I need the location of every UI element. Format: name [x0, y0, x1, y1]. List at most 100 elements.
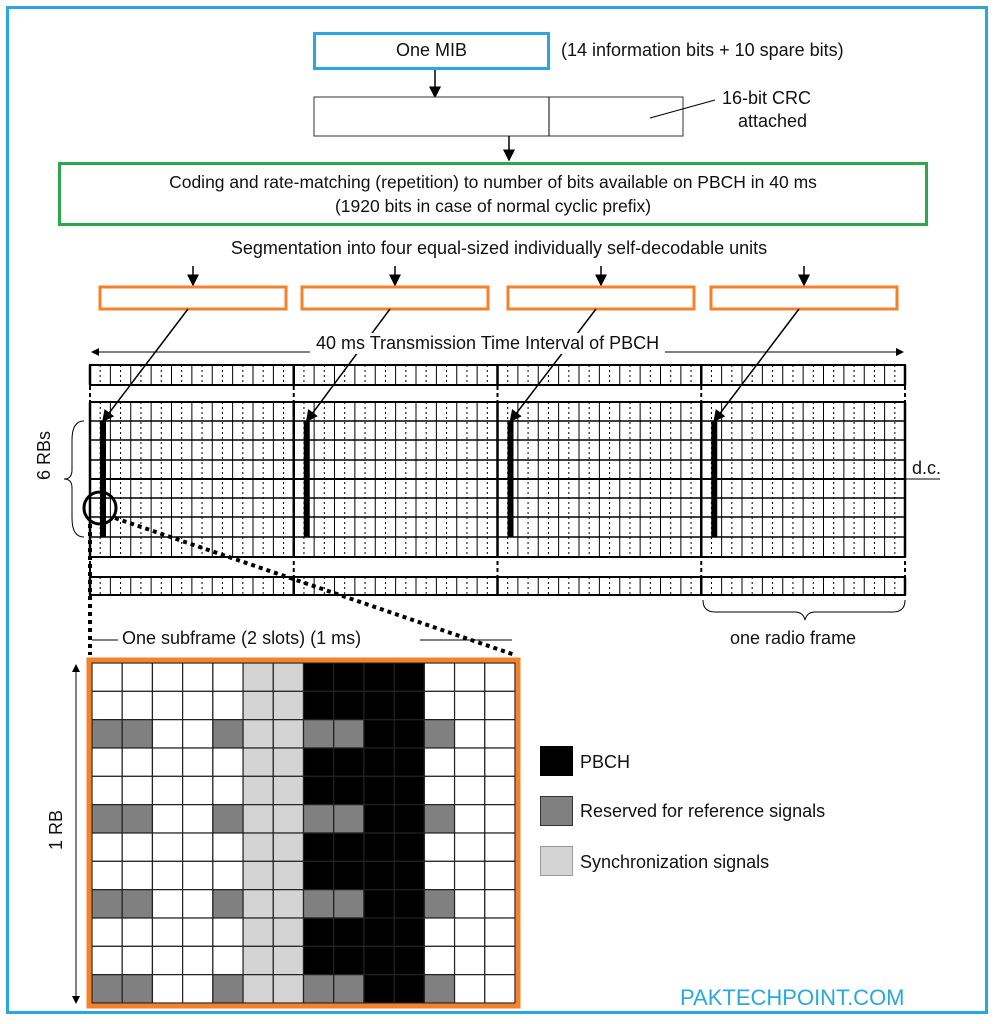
re-pbch — [393, 719, 425, 749]
re-pbch — [333, 860, 365, 891]
re-pbch — [393, 945, 425, 976]
re-empty — [212, 832, 244, 862]
re-empty — [212, 690, 244, 721]
re-pbch — [393, 804, 425, 834]
re-sync — [242, 690, 274, 721]
re-sync — [272, 747, 305, 777]
re-reference — [423, 804, 456, 834]
re-pbch — [393, 917, 425, 947]
re-reference — [333, 889, 365, 919]
re-empty — [182, 832, 214, 862]
crc-label-2: attached — [738, 111, 808, 131]
re-empty — [423, 945, 456, 976]
legend-swatch-reference — [540, 796, 573, 826]
re-pbch — [333, 690, 365, 721]
re-empty — [151, 662, 184, 692]
re-empty — [121, 747, 154, 777]
re-empty — [182, 775, 214, 806]
re-pbch — [363, 860, 395, 891]
re-empty — [423, 747, 456, 777]
re-empty — [91, 747, 123, 777]
re-pbch — [333, 775, 365, 806]
re-sync — [242, 719, 274, 749]
re-empty — [91, 945, 123, 976]
re-pbch — [333, 662, 365, 692]
re-pbch — [333, 832, 365, 862]
re-empty — [91, 690, 123, 721]
re-reference — [121, 974, 154, 1004]
re-empty — [91, 917, 123, 947]
re-reference — [91, 719, 123, 749]
re-sync — [272, 889, 305, 919]
re-empty — [423, 662, 456, 692]
re-pbch — [393, 662, 425, 692]
re-reference — [91, 804, 123, 834]
re-empty — [453, 889, 486, 919]
re-sync — [242, 804, 274, 834]
re-sync — [272, 860, 305, 891]
re-sync — [272, 662, 305, 692]
re-empty — [484, 690, 516, 721]
re-empty — [453, 860, 486, 891]
re-pbch — [363, 719, 395, 749]
rbs-label: 6 RBs — [34, 430, 54, 480]
radio-frame-brace — [702, 599, 906, 621]
re-pbch — [363, 804, 395, 834]
re-empty — [151, 860, 184, 891]
rb-label: 1 RB — [46, 809, 66, 850]
re-empty — [121, 662, 154, 692]
re-sync — [242, 775, 274, 806]
re-sync — [272, 804, 305, 834]
segment-unit — [98, 285, 288, 311]
re-empty — [212, 747, 244, 777]
re-empty — [121, 945, 154, 976]
re-empty — [151, 775, 184, 806]
re-sync — [272, 832, 305, 862]
pbch-bar — [507, 421, 514, 537]
re-sync — [242, 860, 274, 891]
pbch-bar — [303, 421, 310, 537]
re-empty — [182, 889, 214, 919]
re-empty — [121, 917, 154, 947]
re-pbch — [302, 860, 335, 891]
re-pbch — [302, 690, 335, 721]
re-empty — [182, 804, 214, 834]
re-empty — [453, 719, 486, 749]
re-empty — [151, 889, 184, 919]
re-pbch — [393, 889, 425, 919]
re-empty — [423, 690, 456, 721]
re-sync — [272, 917, 305, 947]
re-empty — [453, 945, 486, 976]
re-empty — [121, 832, 154, 862]
re-pbch — [363, 974, 395, 1004]
re-sync — [272, 719, 305, 749]
re-empty — [484, 974, 516, 1004]
re-empty — [484, 747, 516, 777]
re-reference — [121, 804, 154, 834]
re-empty — [151, 945, 184, 976]
legend-swatch-sync — [540, 846, 573, 876]
re-sync — [242, 662, 274, 692]
re-sync — [242, 945, 274, 976]
re-reference — [302, 974, 335, 1004]
re-empty — [182, 860, 214, 891]
re-sync — [242, 832, 274, 862]
re-empty — [182, 917, 214, 947]
re-pbch — [363, 747, 395, 777]
mib-label: One MIB — [395, 40, 468, 60]
re-empty — [91, 662, 123, 692]
re-empty — [484, 889, 516, 919]
re-reference — [333, 719, 365, 749]
re-empty — [423, 832, 456, 862]
legend-swatch-pbch — [540, 746, 573, 776]
re-empty — [212, 917, 244, 947]
re-reference — [121, 889, 154, 919]
re-pbch — [363, 889, 395, 919]
re-reference — [302, 889, 335, 919]
re-empty — [212, 860, 244, 891]
re-pbch — [393, 974, 425, 1004]
re-empty — [182, 945, 214, 976]
re-empty — [423, 860, 456, 891]
re-pbch — [393, 832, 425, 862]
re-reference — [423, 974, 456, 1004]
